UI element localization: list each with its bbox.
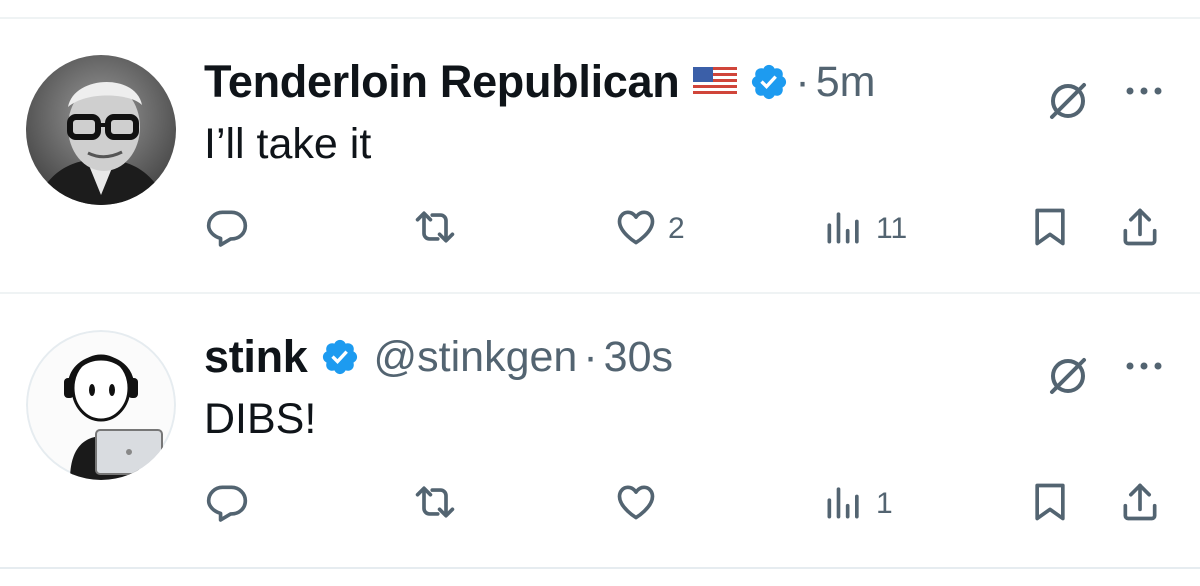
reply-button[interactable] bbox=[205, 207, 259, 251]
views-icon bbox=[822, 480, 866, 529]
verified-badge-icon[interactable] bbox=[320, 337, 360, 377]
tweet-header: stink @stinkgen · 30s bbox=[204, 328, 673, 386]
avatar[interactable] bbox=[26, 330, 176, 480]
avatar[interactable] bbox=[26, 55, 176, 205]
more-icon[interactable] bbox=[1124, 356, 1168, 376]
timestamp[interactable]: 30s bbox=[604, 333, 673, 382]
grok-icon[interactable] bbox=[1044, 77, 1092, 125]
views-button[interactable]: 11 bbox=[822, 207, 907, 251]
tweet-header: Tenderloin Republican · 5m bbox=[204, 53, 875, 111]
timeline: Tenderloin Republican · 5m I’ll take it … bbox=[0, 0, 1200, 586]
view-count: 11 bbox=[876, 212, 908, 245]
like-icon bbox=[614, 205, 658, 254]
bookmark-button[interactable] bbox=[1028, 482, 1072, 526]
reply-icon bbox=[205, 480, 249, 529]
action-bar: 2 11 bbox=[0, 207, 1200, 251]
bookmark-icon bbox=[1028, 205, 1072, 254]
share-button[interactable] bbox=[1118, 482, 1162, 526]
display-name[interactable]: stink bbox=[204, 331, 308, 383]
repost-icon bbox=[413, 205, 457, 254]
tweet[interactable]: stink @stinkgen · 30s DIBS! 1 bbox=[0, 294, 1200, 567]
share-button[interactable] bbox=[1118, 207, 1162, 251]
handle[interactable]: @stinkgen bbox=[374, 333, 578, 382]
share-icon bbox=[1118, 480, 1162, 529]
like-button[interactable]: 2 bbox=[614, 207, 685, 251]
verified-badge-icon[interactable] bbox=[749, 62, 789, 102]
display-name[interactable]: Tenderloin Republican bbox=[204, 56, 680, 108]
like-icon bbox=[614, 480, 658, 529]
like-count: 2 bbox=[668, 212, 685, 245]
action-bar: 1 bbox=[0, 482, 1200, 526]
view-count: 1 bbox=[876, 487, 893, 520]
share-icon bbox=[1118, 205, 1162, 254]
repost-icon bbox=[413, 480, 457, 529]
separator: · bbox=[583, 332, 598, 381]
reply-icon bbox=[205, 205, 249, 254]
repost-button[interactable] bbox=[413, 207, 467, 251]
reply-button[interactable] bbox=[205, 482, 259, 526]
views-button[interactable]: 1 bbox=[822, 482, 893, 526]
more-icon[interactable] bbox=[1124, 81, 1168, 101]
repost-button[interactable] bbox=[413, 482, 467, 526]
bookmark-icon bbox=[1028, 480, 1072, 529]
tweet[interactable]: Tenderloin Republican · 5m I’ll take it … bbox=[0, 19, 1200, 292]
tweet-text: DIBS! bbox=[204, 395, 317, 443]
like-button[interactable] bbox=[614, 482, 668, 526]
us-flag-icon bbox=[693, 67, 738, 97]
divider bbox=[0, 567, 1200, 569]
grok-icon[interactable] bbox=[1044, 352, 1092, 400]
timestamp[interactable]: 5m bbox=[816, 58, 876, 107]
tweet-text: I’ll take it bbox=[204, 120, 372, 168]
views-icon bbox=[822, 205, 866, 254]
separator: · bbox=[795, 57, 810, 106]
bookmark-button[interactable] bbox=[1028, 207, 1072, 251]
